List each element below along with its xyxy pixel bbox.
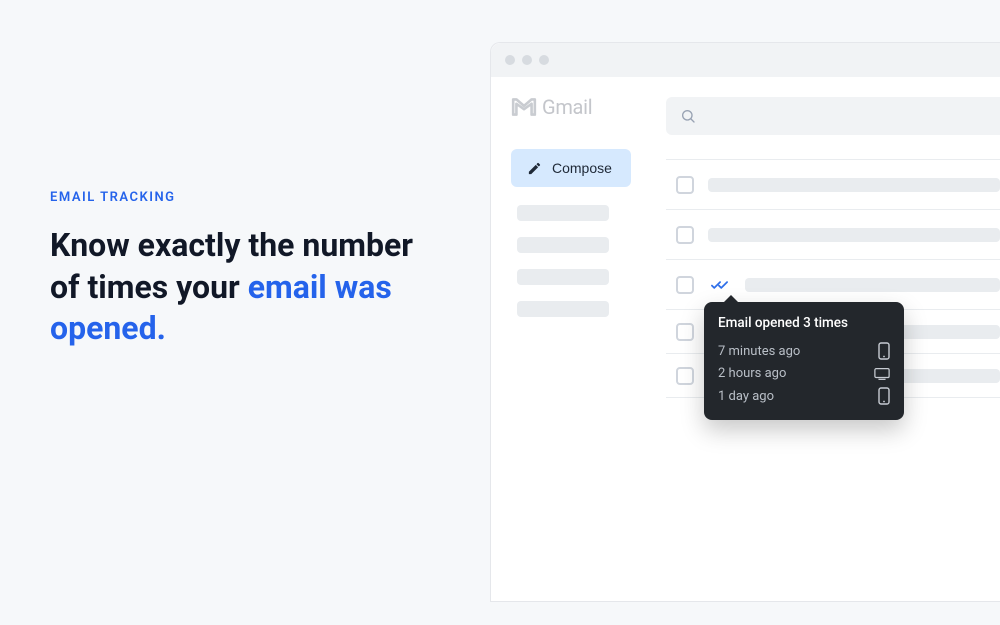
row-checkbox[interactable] bbox=[676, 226, 694, 244]
desktop-icon bbox=[874, 367, 890, 381]
tooltip-open-entry: 1 day ago bbox=[718, 384, 890, 408]
row-checkbox[interactable] bbox=[676, 176, 694, 194]
mobile-icon bbox=[878, 387, 890, 405]
window-titlebar bbox=[491, 43, 1000, 77]
compose-button[interactable]: Compose bbox=[511, 149, 631, 187]
open-tracking-tooltip: Email opened 3 times 7 minutes ago 2 hou… bbox=[704, 302, 904, 420]
tooltip-open-entry: 7 minutes ago bbox=[718, 339, 890, 363]
sidebar-item-placeholder[interactable] bbox=[517, 237, 609, 253]
sidebar: Gmail Compose bbox=[491, 77, 666, 601]
row-content-placeholder bbox=[708, 178, 1000, 192]
email-row-tracked[interactable]: Email opened 3 times 7 minutes ago 2 hou… bbox=[666, 260, 1000, 310]
search-icon bbox=[680, 108, 696, 124]
headline: Know exactly the number of times your em… bbox=[50, 225, 430, 350]
double-check-icon bbox=[708, 278, 731, 292]
sidebar-item-placeholder[interactable] bbox=[517, 269, 609, 285]
gmail-logo: Gmail bbox=[511, 95, 650, 119]
row-checkbox[interactable] bbox=[676, 323, 694, 341]
search-input[interactable] bbox=[666, 97, 1000, 135]
tooltip-time: 2 hours ago bbox=[718, 366, 786, 381]
tooltip-title: Email opened 3 times bbox=[718, 315, 890, 331]
email-row[interactable] bbox=[666, 160, 1000, 210]
tooltip-time: 7 minutes ago bbox=[718, 344, 800, 359]
tooltip-time: 1 day ago bbox=[718, 389, 774, 404]
traffic-light-min-icon[interactable] bbox=[522, 55, 532, 65]
pencil-icon bbox=[527, 161, 542, 176]
eyebrow-label: EMAIL TRACKING bbox=[50, 190, 430, 205]
marketing-copy: EMAIL TRACKING Know exactly the number o… bbox=[50, 190, 430, 350]
main-pane: Email opened 3 times 7 minutes ago 2 hou… bbox=[666, 77, 1000, 601]
gmail-app: Gmail Compose bbox=[491, 77, 1000, 601]
email-row[interactable] bbox=[666, 210, 1000, 260]
traffic-light-max-icon[interactable] bbox=[539, 55, 549, 65]
gmail-brand-text: Gmail bbox=[542, 95, 592, 119]
row-checkbox[interactable] bbox=[676, 276, 694, 294]
row-content-placeholder bbox=[708, 228, 1000, 242]
email-list: Email opened 3 times 7 minutes ago 2 hou… bbox=[666, 159, 1000, 398]
row-checkbox[interactable] bbox=[676, 367, 694, 385]
gmail-m-icon bbox=[511, 97, 537, 117]
tooltip-open-entry: 2 hours ago bbox=[718, 363, 890, 384]
compose-label: Compose bbox=[552, 160, 612, 176]
row-content-placeholder bbox=[745, 278, 1000, 292]
traffic-light-close-icon[interactable] bbox=[505, 55, 515, 65]
sidebar-item-placeholder[interactable] bbox=[517, 205, 609, 221]
mobile-icon bbox=[878, 342, 890, 360]
sidebar-item-placeholder[interactable] bbox=[517, 301, 609, 317]
browser-window: Gmail Compose bbox=[490, 42, 1000, 602]
